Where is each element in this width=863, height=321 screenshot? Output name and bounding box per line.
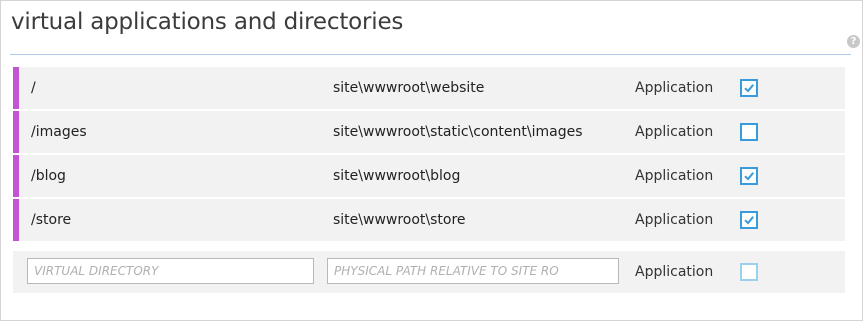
virtual-directory-value: / [31, 80, 36, 96]
row-accent-bar [13, 111, 19, 153]
physical-path-value: site\wwwroot\static\content\images [333, 124, 583, 140]
virtual-directory-value: /images [31, 124, 87, 140]
table-row: /images site\wwwroot\static\content\imag… [13, 111, 845, 153]
physical-path-value: site\wwwroot\website [333, 80, 485, 96]
virtual-directory-value: /store [31, 212, 72, 228]
help-icon[interactable]: ? [847, 35, 860, 48]
row-accent-bar [13, 199, 19, 241]
application-checkbox[interactable] [740, 123, 758, 141]
row-accent-bar [13, 155, 19, 197]
application-checkbox[interactable] [740, 79, 758, 97]
virtual-applications-panel: virtual applications and directories ? /… [0, 0, 863, 321]
application-checkbox[interactable] [740, 167, 758, 185]
table-row: / site\wwwroot\website Application [13, 67, 845, 109]
checkmark-icon [744, 216, 754, 225]
application-label: Application [635, 124, 714, 140]
table-row: /blog site\wwwroot\blog Application [13, 155, 845, 197]
checkmark-icon [744, 84, 754, 93]
application-checkbox[interactable] [740, 263, 758, 281]
application-label: Application [635, 212, 714, 228]
section-title: virtual applications and directories [11, 9, 404, 35]
row-accent-bar [13, 67, 19, 109]
application-label: Application [635, 80, 714, 96]
title-divider [10, 54, 851, 55]
physical-path-value: site\wwwroot\blog [333, 168, 461, 184]
physical-path-input[interactable] [327, 258, 619, 284]
application-checkbox[interactable] [740, 211, 758, 229]
application-label: Application [635, 168, 714, 184]
checkmark-icon [744, 172, 754, 181]
virtual-directory-input[interactable] [27, 258, 314, 284]
virtual-directory-value: /blog [31, 168, 66, 184]
new-entry-row: Application [13, 251, 845, 293]
table-row: /store site\wwwroot\store Application [13, 199, 845, 241]
application-label: Application [635, 264, 714, 280]
physical-path-value: site\wwwroot\store [333, 212, 466, 228]
